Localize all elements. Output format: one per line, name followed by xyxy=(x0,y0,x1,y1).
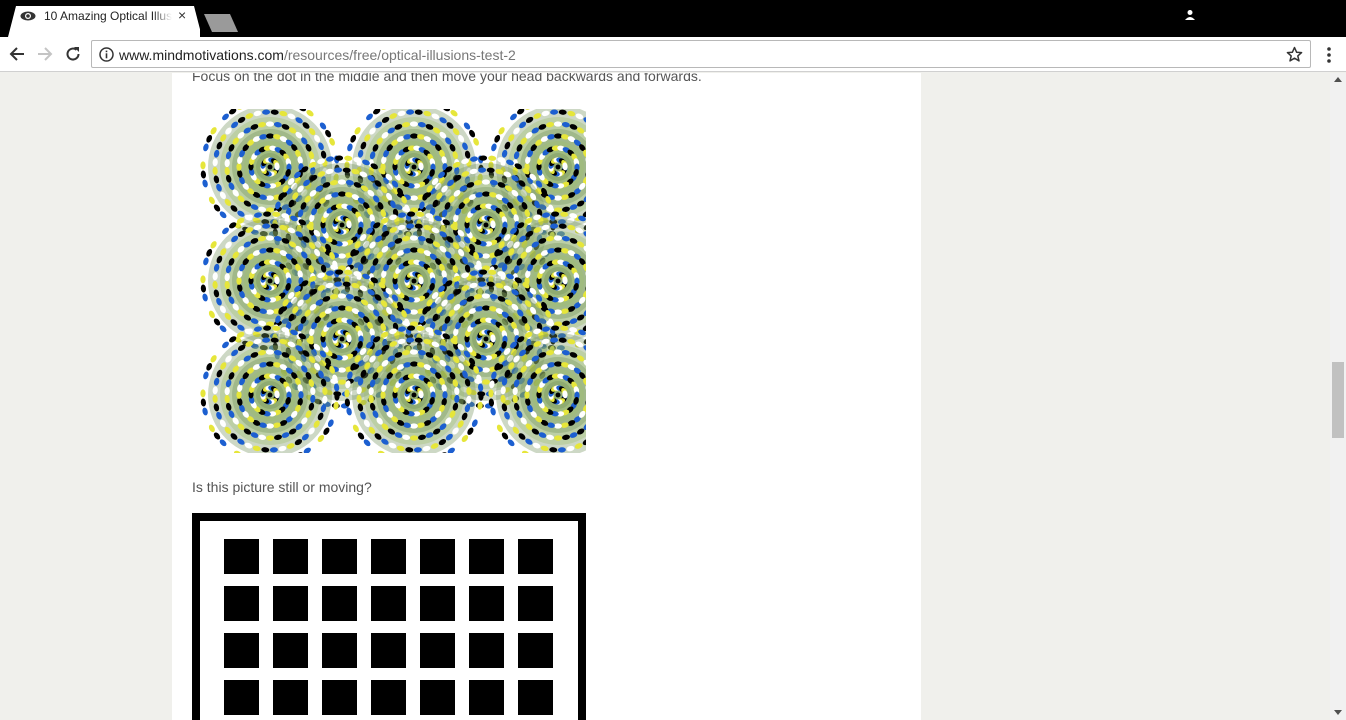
grid-square xyxy=(273,539,308,574)
info-icon[interactable] xyxy=(99,47,114,62)
url-text: www.mindmotivations.com/resources/free/o… xyxy=(119,47,516,63)
grid-square xyxy=(420,633,455,668)
address-bar[interactable]: www.mindmotivations.com/resources/free/o… xyxy=(91,40,1311,68)
grid-square xyxy=(224,680,259,715)
tab-close-button[interactable]: × xyxy=(178,7,186,23)
grid-square xyxy=(322,633,357,668)
vertical-scrollbar[interactable] xyxy=(1330,73,1346,720)
forward-arrow-icon xyxy=(38,47,53,61)
grid-square xyxy=(469,586,504,621)
grid-square xyxy=(273,633,308,668)
article-content: Focus on the dot in the middle and then … xyxy=(172,73,921,720)
new-tab-button[interactable] xyxy=(204,14,238,32)
star-icon[interactable] xyxy=(1286,46,1303,63)
forward-button[interactable] xyxy=(34,43,56,65)
back-button[interactable] xyxy=(6,43,28,65)
grid-square xyxy=(518,586,553,621)
url-host: www.mindmotivations.com xyxy=(119,47,284,63)
grid-square xyxy=(371,586,406,621)
grid-square xyxy=(518,680,553,715)
kebab-menu-icon[interactable] xyxy=(1320,45,1338,65)
reload-button[interactable] xyxy=(62,43,84,65)
grid-square xyxy=(273,586,308,621)
tab-strip: 10 Amazing Optical Illusions Test 2 × xyxy=(0,0,1346,37)
web-page: Focus on the dot in the middle and then … xyxy=(0,73,1330,720)
grid-square xyxy=(371,680,406,715)
grid-square xyxy=(322,586,357,621)
grid-square xyxy=(371,539,406,574)
grid-square xyxy=(469,633,504,668)
grid-square xyxy=(469,680,504,715)
squares-grid-illusion-image xyxy=(192,513,586,720)
grid-square xyxy=(224,633,259,668)
grid-square xyxy=(518,539,553,574)
grid-square xyxy=(420,586,455,621)
grid-square xyxy=(273,680,308,715)
rotating-snakes-illusion-image xyxy=(198,109,586,453)
browser-toolbar: www.mindmotivations.com/resources/free/o… xyxy=(0,37,1346,72)
grid-square xyxy=(469,539,504,574)
grid-square xyxy=(518,633,553,668)
back-arrow-icon xyxy=(9,47,24,61)
tab-title: 10 Amazing Optical Illusions Test 2 xyxy=(44,9,172,23)
instruction-paragraph: Focus on the dot in the middle and then … xyxy=(192,73,702,84)
grid-square xyxy=(420,539,455,574)
grid-square xyxy=(224,586,259,621)
url-path: /resources/free/optical-illusions-test-2 xyxy=(283,47,516,63)
squares-grid xyxy=(200,521,578,720)
grid-square xyxy=(322,539,357,574)
grid-square xyxy=(420,680,455,715)
grid-square xyxy=(322,680,357,715)
profile-icon[interactable] xyxy=(1184,9,1196,21)
scroll-up-arrow-icon[interactable] xyxy=(1334,77,1342,82)
scroll-down-arrow-icon[interactable] xyxy=(1334,710,1342,715)
question-paragraph: Is this picture still or moving? xyxy=(192,479,372,495)
grid-square xyxy=(224,539,259,574)
reload-icon xyxy=(66,47,80,61)
scrollbar-thumb[interactable] xyxy=(1332,362,1344,438)
grid-square xyxy=(371,633,406,668)
eye-icon xyxy=(20,11,36,21)
